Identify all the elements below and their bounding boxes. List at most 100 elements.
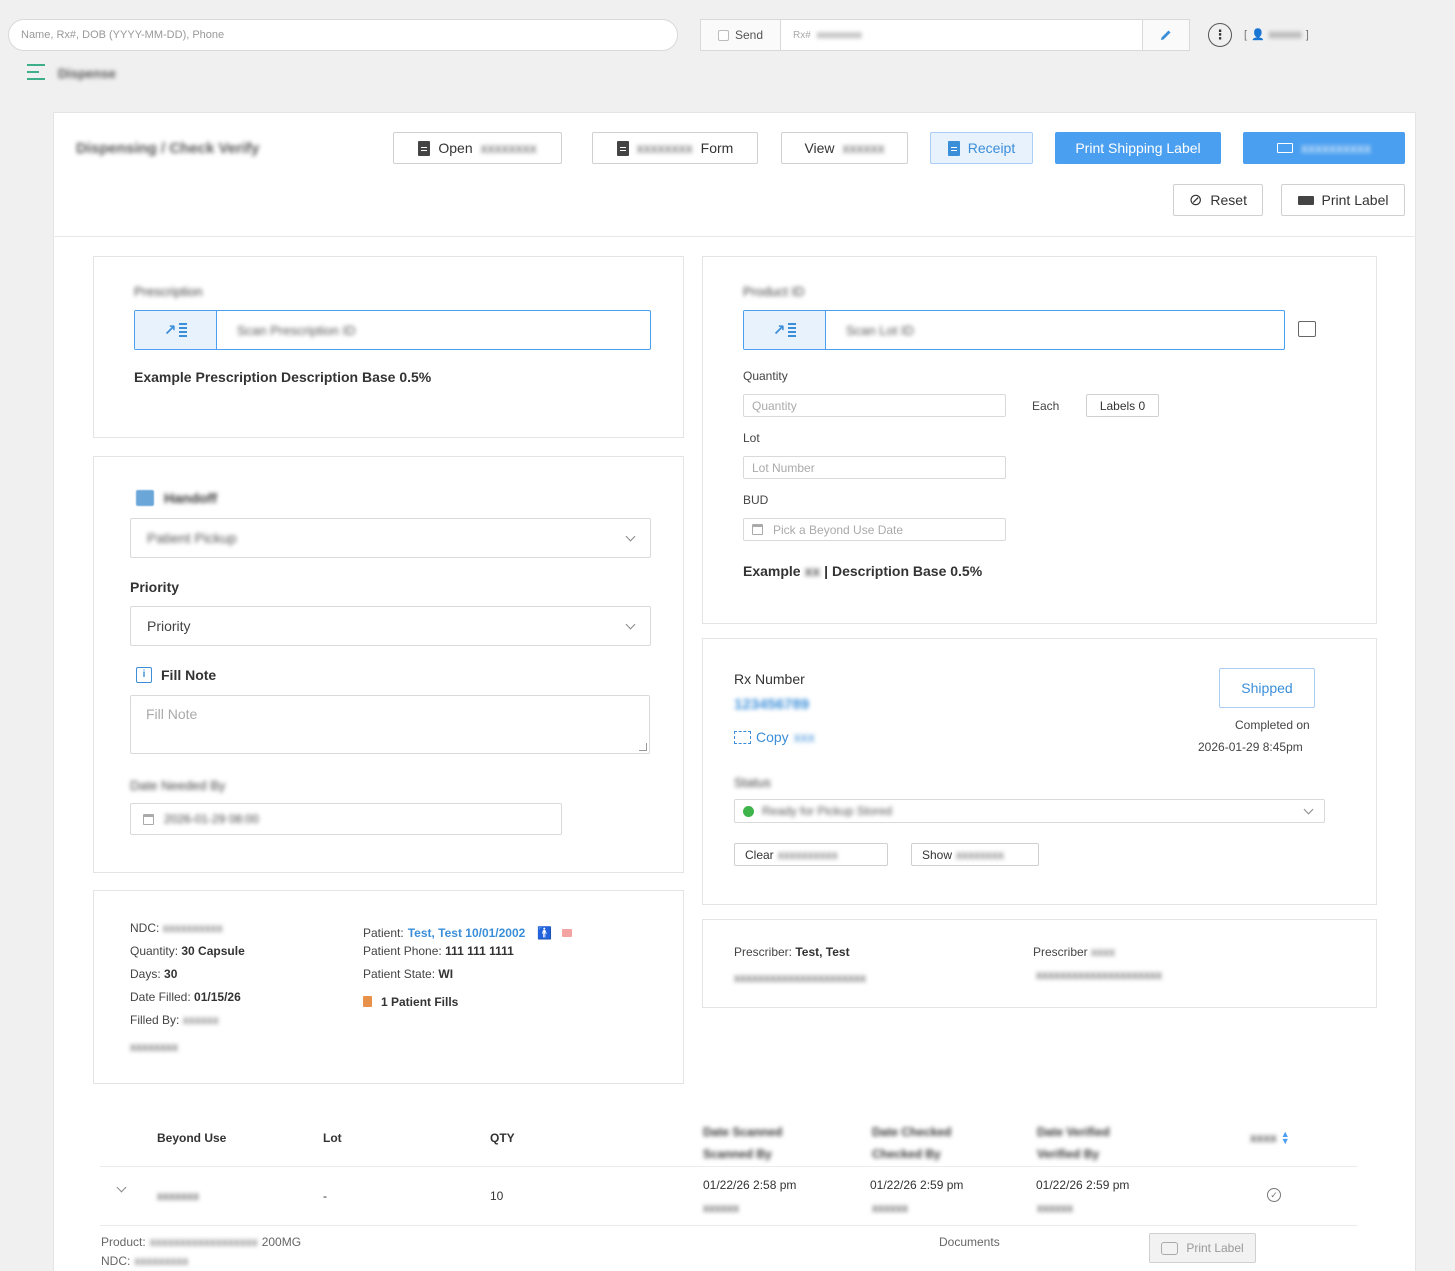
pill-bottle-icon — [363, 996, 372, 1007]
labels-button[interactable]: Labels 0 — [1086, 394, 1159, 417]
rx-number-value[interactable]: 123456789 — [734, 696, 809, 713]
edit-rx-button[interactable] — [1142, 20, 1189, 50]
bud-date-input[interactable]: Pick a Beyond Use Date — [743, 518, 1006, 541]
row-verified-date: 01/22/26 2:59 pm — [1036, 1178, 1130, 1192]
completed-on-label: Completed on — [1235, 718, 1310, 732]
row-scanned-date: 01/22/26 2:58 pm — [703, 1178, 797, 1192]
status-label: Status — [734, 775, 771, 790]
priority-placeholder: Priority — [147, 618, 191, 634]
chevron-down-icon — [625, 619, 636, 629]
priority-label: Priority — [130, 579, 180, 595]
patient-line: Patient: Test, Test 10/01/2002 🚹 — [363, 921, 573, 944]
print-label-button[interactable]: Print Label — [1281, 184, 1405, 216]
check-circle-icon: ✓ — [1267, 1188, 1281, 1202]
rx-input[interactable]: Rx# xxxxxxxxx — [781, 20, 1142, 50]
prescriber2-line: Prescriber xxxx — [1033, 945, 1116, 959]
more-menu-button[interactable]: ⋮ — [1208, 23, 1232, 47]
extra-primary-hidden: xxxxxxxxxx — [1301, 140, 1371, 156]
send-checkbox[interactable]: Send — [701, 20, 781, 50]
row-checked-user: xxxxxx — [872, 1201, 908, 1215]
lot-scan-input[interactable]: ↗ Scan Lot ID — [743, 310, 1285, 350]
send-checkbox-box[interactable] — [717, 29, 729, 41]
message-icon[interactable] — [562, 928, 573, 937]
column-header-lot[interactable]: Lot — [323, 1131, 342, 1145]
column-header-beyond-use[interactable]: Beyond Use — [157, 1131, 226, 1145]
scan-icon: ↗ — [135, 311, 217, 349]
header-divider — [53, 236, 1416, 237]
page-title: Dispensing / Check Verify — [76, 140, 260, 157]
reset-button[interactable]: ⊘ Reset — [1173, 184, 1263, 216]
menu-toggle-icon[interactable] — [27, 64, 45, 80]
user-bracket-open: [ — [1244, 28, 1248, 41]
receipt-button[interactable]: Receipt — [930, 132, 1033, 164]
filled-by-line: Filled By: xxxxxx — [130, 1013, 219, 1027]
prescription-description: Example Prescription Description Base 0.… — [134, 369, 432, 385]
row-lot: - — [323, 1189, 327, 1203]
extra-primary-button[interactable]: xxxxxxxxxx — [1243, 132, 1405, 164]
quantity-input[interactable]: Quantity — [743, 394, 1006, 417]
prescription-scan-input[interactable]: ↗ Scan Prescription ID — [134, 310, 651, 350]
show-button[interactable]: Show xxxxxxxx — [911, 843, 1039, 866]
expand-row-button[interactable] — [116, 1182, 127, 1197]
row-print-label-text: Print Label — [1186, 1241, 1244, 1255]
lot-number-input[interactable]: Lot Number — [743, 456, 1006, 479]
row-print-label-button[interactable]: Print Label — [1149, 1233, 1256, 1263]
user-chip[interactable]: [ 👤 xxxxxx ] — [1244, 28, 1309, 42]
column-header-checked[interactable]: Date Checked Checked By — [872, 1121, 951, 1165]
days-line: Days: 30 — [130, 967, 178, 981]
status-select[interactable]: Ready for Pickup Stored — [734, 799, 1325, 823]
open-label: Open — [438, 140, 473, 156]
product-description: Example xx | Description Base 0.5% — [743, 563, 982, 579]
date-needed-input[interactable]: 2026-01-29 08:00 — [130, 803, 562, 835]
view-hidden: xxxxxx — [842, 140, 885, 156]
card-icon — [1277, 143, 1293, 153]
row-qty: 10 — [490, 1189, 504, 1203]
row-divider — [100, 1225, 1358, 1226]
prescriber-line: Prescriber: Test, Test — [734, 945, 850, 959]
reset-label: Reset — [1210, 192, 1247, 208]
handoff-select[interactable]: Patient Pickup — [130, 518, 651, 558]
patient-fills-line: 1 Patient Fills — [363, 990, 572, 1013]
printer-icon — [1161, 1241, 1179, 1255]
calculator-icon[interactable] — [1298, 321, 1316, 337]
handoff-icon — [136, 490, 154, 506]
no-entry-icon: ⊘ — [1189, 192, 1203, 209]
form-hidden: xxxxxxxx — [636, 140, 693, 156]
clear-hidden: xxxxxxxxxx — [777, 847, 838, 862]
rx-number-label: Rx Number — [734, 671, 805, 687]
column-header-sortable[interactable]: xxxx ▲ ▼ — [1250, 1130, 1290, 1146]
fill-note-textarea[interactable]: Fill Note — [130, 695, 650, 754]
clear-button[interactable]: Clear xxxxxxxxxx — [734, 843, 888, 866]
form-button[interactable]: xxxxxxxx Form — [592, 132, 758, 164]
document-icon — [947, 140, 960, 156]
copy-rx-button[interactable]: Copy xxx — [734, 729, 815, 745]
open-button[interactable]: Open xxxxxxxx — [393, 132, 562, 164]
column-header-col7: xxxx — [1250, 1131, 1277, 1145]
show-hidden: xxxxxxxx — [956, 847, 1005, 862]
column-header-verified[interactable]: Date Verified Verified By — [1037, 1121, 1110, 1165]
patient-info-column: Patient: Test, Test 10/01/2002 🚹 Patient… — [363, 921, 573, 1013]
date-needed-label: Date Needed By — [130, 778, 226, 793]
patient-link[interactable]: Test, Test 10/01/2002 — [408, 926, 526, 940]
calendar-icon — [752, 524, 763, 535]
chevron-down-icon — [625, 531, 636, 541]
shipped-status-button[interactable]: Shipped — [1219, 668, 1315, 708]
status-value: Ready for Pickup Stored — [762, 804, 893, 818]
scan-icon: ↗ — [744, 311, 826, 349]
fill-info-column: NDC: xxxxxxxxxx Quantity: 30 Capsule Day… — [130, 921, 245, 1063]
rx-hidden: xxxxxxxxx — [816, 29, 862, 41]
ndc-line: NDC: xxxxxxxxxx — [130, 921, 223, 935]
send-label: Send — [734, 28, 764, 42]
row-checked-date: 01/22/26 2:59 pm — [870, 1178, 964, 1192]
global-search-input[interactable]: Name, Rx#, DOB (YYYY-MM-DD), Phone — [8, 19, 678, 51]
status-dot-icon — [743, 805, 754, 817]
column-header-scanned[interactable]: Date Scanned Scanned By — [703, 1121, 782, 1165]
bud-label: BUD — [743, 493, 769, 507]
view-button[interactable]: View xxxxxx — [781, 132, 908, 164]
prescription-scan-placeholder: Scan Prescription ID — [237, 322, 356, 338]
column-header-qty[interactable]: QTY — [490, 1131, 515, 1145]
product-description-suffix: | Description Base 0.5% — [824, 563, 983, 579]
breadcrumb: Dispense — [58, 66, 116, 81]
priority-select[interactable]: Priority — [130, 606, 651, 646]
print-shipping-label-button[interactable]: Print Shipping Label — [1055, 132, 1221, 164]
